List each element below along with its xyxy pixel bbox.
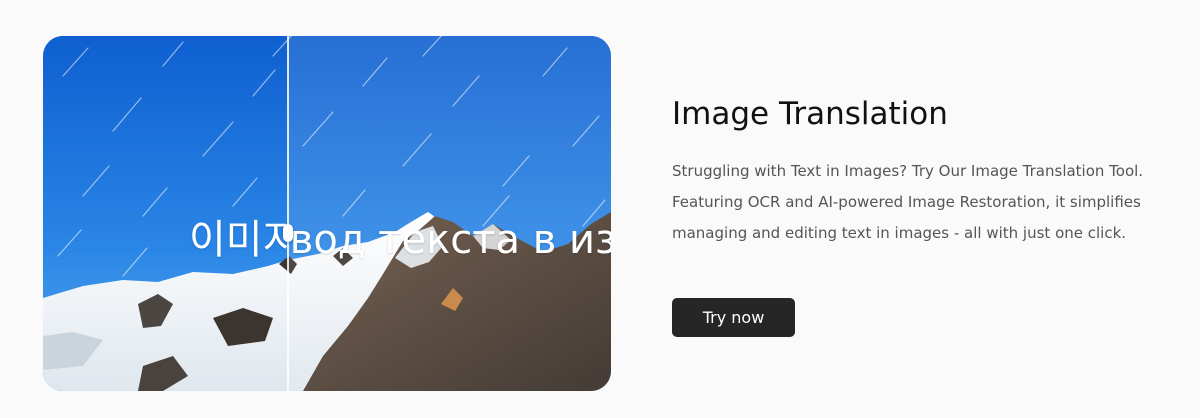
comparison-slider-handle[interactable]: [283, 224, 293, 242]
feature-text: Image Translation Struggling with Text i…: [672, 92, 1182, 249]
image-translation-preview: 이미지 번역 перевод текста в изображении: [43, 36, 611, 391]
feature-description: Struggling with Text in Images? Try Our …: [672, 162, 1144, 242]
before-pane: 이미지 번역: [43, 36, 288, 391]
source-text-overlay: 이미지 번역: [189, 217, 288, 263]
translated-text-overlay: перевод текста в изображении: [288, 217, 611, 263]
feature-section: 이미지 번역 перевод текста в изображении Imag…: [0, 0, 1200, 418]
comparison-divider[interactable]: [287, 36, 289, 391]
feature-title: Image Translation: [672, 96, 948, 132]
try-now-button[interactable]: Try now: [672, 298, 795, 337]
after-pane: перевод текста в изображении: [288, 36, 611, 391]
